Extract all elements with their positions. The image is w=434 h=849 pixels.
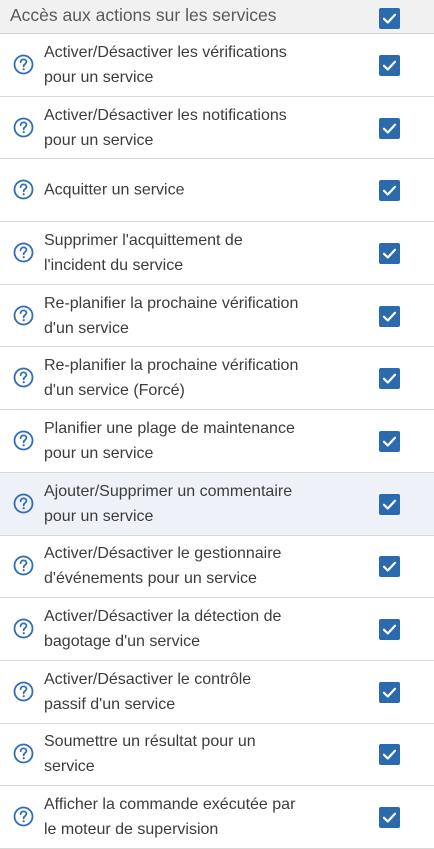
checkmark-icon: [382, 13, 397, 24]
permission-label: Activer/Désactiver le gestionnaire d'évén…: [44, 541, 344, 591]
permission-label-line1: Activer/Désactiver les notifications: [44, 106, 287, 124]
permission-label-line2: le moteur de supervision: [44, 821, 219, 839]
permission-label: Activer/Désactiver la détection de bagota…: [44, 604, 344, 654]
permission-checkbox[interactable]: [379, 681, 400, 703]
permission-checkbox[interactable]: [379, 744, 400, 766]
permission-label-line2: d'événements pour un service: [44, 570, 257, 588]
question-circle-icon[interactable]: [13, 806, 34, 827]
permission-row: Planifier une plage de maintenance pour u…: [0, 410, 434, 473]
question-circle-icon[interactable]: [13, 430, 34, 451]
question-circle-icon[interactable]: [13, 305, 34, 326]
permission-row: Re-planifier la prochaine vérification d'…: [0, 347, 434, 411]
permission-checkbox[interactable]: [379, 368, 400, 390]
permission-row: Acquitter un service: [0, 159, 434, 223]
service-actions-panel: Accès aux actions sur les services Activ…: [0, 0, 434, 849]
permission-label-line2: bagotage d'un service: [44, 633, 201, 651]
permission-label-line2: d'un service: [44, 319, 129, 337]
permission-row: Ajouter/Supprimer un commentaire pour un …: [0, 472, 434, 536]
section-header: Accès aux actions sur les services: [0, 0, 434, 34]
permission-label: Re-planifier la prochaine vérification d'…: [44, 353, 344, 403]
permission-row: Activer/Désactiver le gestionnaire d'évén…: [0, 535, 434, 599]
permission-checkbox[interactable]: [379, 619, 400, 641]
permission-label-line1: Supprimer l'acquittement de: [44, 231, 243, 249]
permission-row: Afficher la commande exécutée par le mote…: [0, 786, 434, 849]
permission-checkbox[interactable]: [379, 430, 400, 452]
permission-row: Supprimer l'acquittement de l'incident du…: [0, 222, 434, 285]
permission-checkbox[interactable]: [379, 54, 400, 76]
permission-row: Re-planifier la prochaine vérification d'…: [0, 284, 434, 348]
permission-checkbox[interactable]: [379, 305, 400, 327]
permission-label-line1: Re-planifier la prochaine vérification: [44, 294, 299, 312]
permission-row: Activer/Désactiver les vérifications pour…: [0, 34, 434, 97]
permission-label-line1: Acquitter un service: [44, 181, 185, 199]
permission-label: Ajouter/Supprimer un commentaire pour un …: [44, 479, 344, 529]
permission-checkbox[interactable]: [379, 556, 400, 578]
permission-label-line1: Re-planifier la prochaine vérification: [44, 357, 299, 375]
permission-label: Activer/Désactiver les notifications pour…: [44, 103, 344, 153]
question-circle-icon[interactable]: [13, 179, 34, 200]
permission-row: Activer/Désactiver le contrôle passif d'u…: [0, 660, 434, 724]
select-all-checkbox[interactable]: [379, 8, 400, 29]
question-circle-icon[interactable]: [13, 493, 34, 514]
checkmark-icon: [382, 687, 397, 698]
permission-label-line1: Activer/Désactiver la détection de: [44, 608, 282, 626]
checkmark-icon: [382, 562, 397, 572]
permission-row: Activer/Désactiver la détection de bagota…: [0, 598, 434, 661]
permission-checkbox[interactable]: [379, 493, 400, 515]
checkmark-icon: [382, 248, 397, 259]
checkmark-icon: [382, 311, 397, 322]
permission-label-line2: pour un service: [44, 131, 154, 149]
question-circle-icon[interactable]: [13, 367, 34, 388]
permission-checkbox[interactable]: [379, 807, 400, 829]
checkmark-icon: [382, 60, 397, 71]
permission-label-line1: Planifier une plage de maintenance: [44, 419, 295, 437]
permission-label: Acquitter un service: [44, 178, 344, 203]
permission-label-line1: Soumettre un résultat pour un: [44, 733, 256, 751]
permission-label-line2: pour un service: [44, 68, 154, 86]
permission-label-line2: pour un service: [44, 507, 154, 525]
permission-label-line1: Ajouter/Supprimer un commentaire: [44, 482, 293, 500]
permission-label-line1: Activer/Désactiver le gestionnaire: [44, 545, 282, 563]
permission-checkbox[interactable]: [379, 180, 400, 202]
permission-label-line2: d'un service (Forcé): [44, 382, 185, 400]
permission-label: Planifier une plage de maintenance pour u…: [44, 416, 344, 466]
permission-label: Re-planifier la prochaine vérification d'…: [44, 291, 344, 341]
question-circle-icon[interactable]: [13, 681, 34, 702]
permission-label: Activer/Désactiver le contrôle passif d'u…: [44, 667, 344, 717]
permission-label-line1: Afficher la commande exécutée par: [44, 796, 296, 814]
question-circle-icon[interactable]: [13, 54, 34, 75]
question-circle-icon[interactable]: [13, 117, 34, 138]
question-circle-icon[interactable]: [13, 618, 34, 639]
checkmark-icon: [382, 123, 397, 134]
permission-label-line1: Activer/Désactiver le contrôle: [44, 670, 252, 688]
checkmark-icon: [382, 812, 397, 823]
actions-list: Activer/Désactiver les vérifications pour…: [0, 34, 434, 849]
permission-row: Activer/Désactiver les notifications pour…: [0, 96, 434, 160]
permission-label-line2: passif d'un service: [44, 695, 176, 713]
permission-label-line2: service: [44, 758, 95, 776]
checkmark-icon: [382, 499, 397, 510]
permission-label: Soumettre un résultat pour un service: [44, 729, 344, 779]
permission-label: Supprimer l'acquittement de l'incident du…: [44, 228, 344, 278]
section-title: Accès aux actions sur les services: [10, 5, 277, 25]
question-circle-icon[interactable]: [13, 743, 34, 764]
checkmark-icon: [382, 750, 397, 761]
permission-row: Soumettre un résultat pour un service: [0, 723, 434, 787]
permission-label-line1: Activer/Désactiver les vérifications: [44, 43, 287, 61]
checkmark-icon: [382, 373, 397, 384]
permission-label: Afficher la commande exécutée par le mote…: [44, 792, 344, 842]
question-circle-icon[interactable]: [13, 555, 34, 576]
checkmark-icon: [382, 436, 397, 447]
permission-checkbox[interactable]: [379, 242, 400, 264]
permission-label: Activer/Désactiver les vérifications pour…: [44, 40, 344, 90]
permission-label-line2: pour un service: [44, 444, 154, 462]
question-circle-icon[interactable]: [13, 242, 34, 263]
checkmark-icon: [382, 624, 397, 635]
permission-label-line2: l'incident du service: [44, 256, 184, 274]
checkmark-icon: [382, 185, 397, 196]
permission-checkbox[interactable]: [379, 117, 400, 139]
